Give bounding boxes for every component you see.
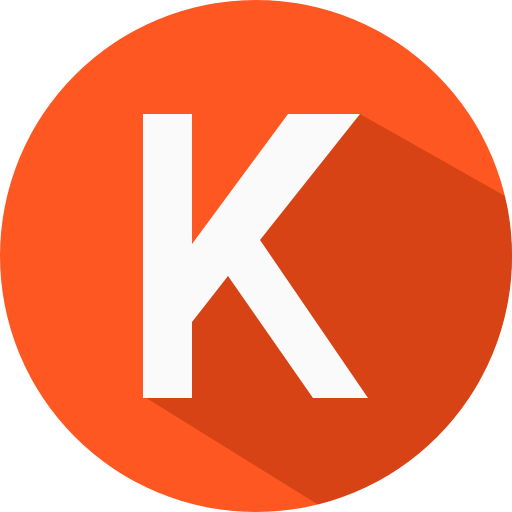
k-letter-circle-icon: K [0,0,512,512]
k-icon-svg: K [0,0,512,512]
